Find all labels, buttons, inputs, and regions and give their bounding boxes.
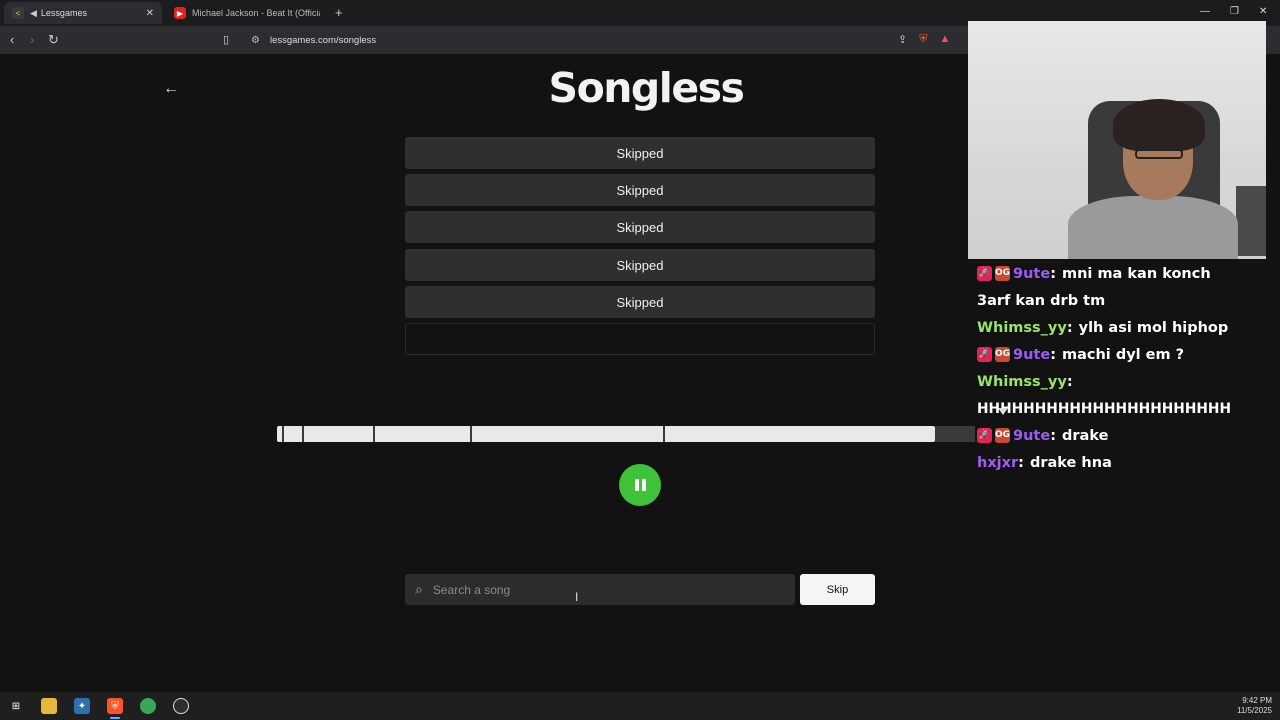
clock-time: 9:42 PM <box>1242 696 1272 705</box>
chat-username: 9ute <box>1013 346 1051 363</box>
windows-start-icon[interactable]: ⊞ <box>8 698 24 714</box>
webcam-person-glasses <box>1135 149 1183 159</box>
brave-shield-icon[interactable]: ⛨ <box>919 33 927 46</box>
text-cursor-icon: I <box>575 590 579 604</box>
guess-row: Skipped <box>405 211 875 243</box>
guess-row-empty <box>405 323 875 355</box>
chat-message: 🚀 OG 9ute : drake <box>977 422 1277 449</box>
rocket-badge-icon: 🚀 <box>977 428 992 443</box>
chat-username: Whimss_yy <box>977 373 1067 390</box>
system-clock[interactable]: 9:42 PM 11/5/2025 <box>1237 696 1272 716</box>
guess-row: Skipped <box>405 249 875 281</box>
chat-colon: : <box>1050 427 1056 444</box>
page-title: Songless <box>548 64 745 112</box>
chat-text: machi dyl em ? <box>1062 346 1185 363</box>
progress-segment-divider <box>470 426 472 442</box>
forward-icon[interactable]: › <box>30 32 34 47</box>
webcam-shelf <box>1236 186 1266 256</box>
minimize-icon[interactable]: — <box>1200 6 1210 17</box>
chrome-icon[interactable] <box>140 698 156 714</box>
og-badge-icon: OG <box>995 266 1010 281</box>
chat-message: HHHHHHHHHHHHHHHHHHHHHH <box>977 395 1277 422</box>
progress-segment-divider <box>282 426 284 442</box>
chat-text: mni ma kan konch <box>1062 265 1211 282</box>
site-settings-icon[interactable]: ⚙ <box>251 35 260 46</box>
chat-colon: : <box>1066 373 1073 390</box>
song-progress-bar[interactable] <box>277 426 935 442</box>
chat-colon: : <box>1050 265 1056 282</box>
chat-message: hxjxr : drake hna <box>977 449 1277 476</box>
close-tab-icon[interactable]: ✕ <box>146 8 154 19</box>
lessgames-favicon-icon: < <box>12 7 24 19</box>
webcam-person-hair <box>1113 99 1205 151</box>
tab-lessgames[interactable]: < ◀ Lessgames ✕ <box>4 2 162 24</box>
chat-message: Whimss_yy : <box>977 368 1277 395</box>
app-icon[interactable]: ✦ <box>74 698 90 714</box>
webcam-overlay <box>968 21 1266 259</box>
chat-text: drake hna <box>1029 454 1112 471</box>
og-badge-icon: OG <box>995 428 1010 443</box>
tab-label: Lessgames <box>40 8 87 18</box>
chat-username: hxjxr <box>977 454 1019 471</box>
progress-segment-divider <box>663 426 665 442</box>
stream-chat: 🚀 OG 9ute : mni ma kan konch 3arf kan dr… <box>977 260 1277 476</box>
youtube-favicon-icon: ▶ <box>174 7 186 19</box>
pause-icon <box>634 479 639 491</box>
pause-button[interactable] <box>619 464 661 506</box>
back-arrow-icon[interactable]: ← <box>163 80 179 98</box>
chat-colon: : <box>1066 319 1073 336</box>
back-icon[interactable]: ‹ <box>10 32 14 47</box>
chat-message: 3arf kan drb tm <box>977 287 1277 314</box>
guess-row: Skipped <box>405 286 875 318</box>
brave-rewards-icon[interactable]: ▲ <box>939 33 950 46</box>
chat-colon: : <box>1018 454 1024 471</box>
skip-button[interactable]: Skip <box>800 574 875 605</box>
chat-colon: : <box>1050 346 1056 363</box>
bookmark-icon[interactable]: ▯ <box>223 33 229 46</box>
rocket-badge-icon: 🚀 <box>977 266 992 281</box>
file-explorer-icon[interactable] <box>41 698 57 714</box>
close-window-icon[interactable]: ✕ <box>1259 6 1267 17</box>
overlay-marker-icon <box>998 408 1008 415</box>
new-tab-icon[interactable]: + <box>335 5 343 20</box>
windows-taskbar: ⊞ ✦ ⛨ 9:42 PM 11/5/2025 <box>0 692 1280 720</box>
progress-remaining <box>935 426 975 442</box>
chat-text: 3arf kan drb tm <box>977 292 1106 309</box>
search-input[interactable] <box>432 582 763 597</box>
url-icons: ⇪ ⛨ ▲ <box>898 33 950 46</box>
chat-message: 🚀 OG 9ute : mni ma kan konch <box>977 260 1277 287</box>
webcam-person-body <box>1068 196 1238 259</box>
chat-username: Whimss_yy <box>977 319 1067 336</box>
tab-youtube[interactable]: ▶ Michael Jackson - Beat It (Official 4K <box>166 2 334 24</box>
share-icon[interactable]: ⇪ <box>898 33 907 46</box>
brave-browser-icon[interactable]: ⛨ <box>107 698 123 714</box>
guess-row: Skipped <box>405 137 875 169</box>
chat-text: drake <box>1062 427 1109 444</box>
progress-segment-divider <box>373 426 375 442</box>
restore-icon[interactable]: ❐ <box>1230 6 1239 17</box>
guess-row: Skipped <box>405 174 875 206</box>
speaker-icon: ◀ <box>30 7 37 18</box>
screen: < ◀ Lessgames ✕ ▶ Michael Jackson - Beat… <box>0 0 1280 720</box>
progress-segment-divider <box>302 426 304 442</box>
chat-message: 🚀 OG 9ute : machi dyl em ? <box>977 341 1277 368</box>
url-text: lessgames.com/songless <box>269 34 377 46</box>
og-badge-icon: OG <box>995 347 1010 362</box>
reload-icon[interactable]: ↻ <box>48 32 59 48</box>
chat-message: Whimss_yy : ylh asi mol hiphop <box>977 314 1277 341</box>
rocket-badge-icon: 🚀 <box>977 347 992 362</box>
chat-text: ylh asi mol hiphop <box>1078 319 1229 336</box>
search-icon: ⌕ <box>415 581 423 597</box>
chat-username: 9ute <box>1013 427 1051 444</box>
clock-date: 11/5/2025 <box>1237 706 1272 715</box>
obs-icon[interactable] <box>173 698 189 714</box>
address-bar[interactable]: ⚙ lessgames.com/songless <box>245 30 965 50</box>
chat-username: 9ute <box>1013 265 1051 282</box>
chat-text: HHHHHHHHHHHHHHHHHHHHHH <box>977 400 1232 417</box>
tab-label: Michael Jackson - Beat It (Official 4K <box>192 8 320 18</box>
active-app-indicator <box>110 717 120 719</box>
song-search-box[interactable]: ⌕ <box>405 574 795 605</box>
pause-icon <box>641 479 646 491</box>
